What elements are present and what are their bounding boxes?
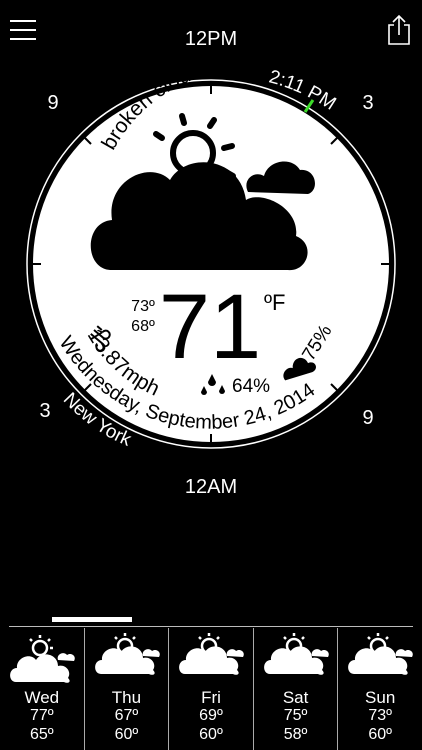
forecast-low: 60º xyxy=(368,726,392,743)
share-icon[interactable] xyxy=(386,14,412,46)
forecast-low: 60º xyxy=(199,726,223,743)
forecast-high: 73º xyxy=(368,707,392,724)
current-temperature: 71 xyxy=(159,276,261,378)
humidity-value: 64% xyxy=(232,376,270,397)
temperature-unit: ºF xyxy=(264,290,285,315)
low-temp: 68º xyxy=(131,318,155,335)
forecast-day-fri[interactable]: Fri 69º 60º xyxy=(168,628,253,750)
menu-icon[interactable] xyxy=(10,20,36,40)
forecast-low: 58º xyxy=(283,726,308,743)
forecast-day-name: Thu xyxy=(111,688,142,707)
forecast-day-name: Fri xyxy=(201,688,221,707)
forecast-strip: Wed 77º 65º Thu 67º 60º Fri 69º 60º Sat … xyxy=(0,628,422,750)
top-hour-label: 12PM xyxy=(184,28,238,50)
cloud-rain-sun-icon xyxy=(179,633,244,685)
forecast-low: 60º xyxy=(114,726,139,743)
page-indicator xyxy=(52,617,132,622)
hour-3-top: 3 xyxy=(362,92,373,114)
cloud-rain-sun-icon xyxy=(263,633,329,685)
cloud-rain-sun-icon xyxy=(348,633,414,685)
hour-9-top: 9 xyxy=(47,92,58,114)
weather-dial: 9 3 3 9 2:11 PM broken clouds 73º 68º 71… xyxy=(26,60,396,451)
cloud-sun-icon xyxy=(10,635,75,683)
bottom-hour-label: 12AM xyxy=(184,476,238,498)
forecast-day-wed[interactable]: Wed 77º 65º xyxy=(0,628,84,750)
forecast-high: 77º xyxy=(29,707,54,724)
forecast-day-sun[interactable]: Sun 73º 60º xyxy=(337,628,422,750)
forecast-day-name: Sun xyxy=(365,688,396,707)
forecast-high: 75º xyxy=(283,707,308,724)
forecast-high: 69º xyxy=(199,707,223,724)
forecast-divider xyxy=(9,626,413,627)
forecast-low: 65º xyxy=(29,726,54,743)
hour-9-bottom: 9 xyxy=(362,407,373,429)
high-temp: 73º xyxy=(131,298,155,315)
forecast-day-name: Sat xyxy=(282,688,309,707)
forecast-day-thu[interactable]: Thu 67º 60º xyxy=(83,628,169,750)
forecast-day-sat[interactable]: Sat 75º 58º xyxy=(252,628,338,750)
cloud-rain-sun-icon xyxy=(94,633,160,685)
hour-3-bottom: 3 xyxy=(39,400,50,422)
forecast-high: 67º xyxy=(114,707,139,724)
forecast-day-name: Wed xyxy=(24,688,60,707)
